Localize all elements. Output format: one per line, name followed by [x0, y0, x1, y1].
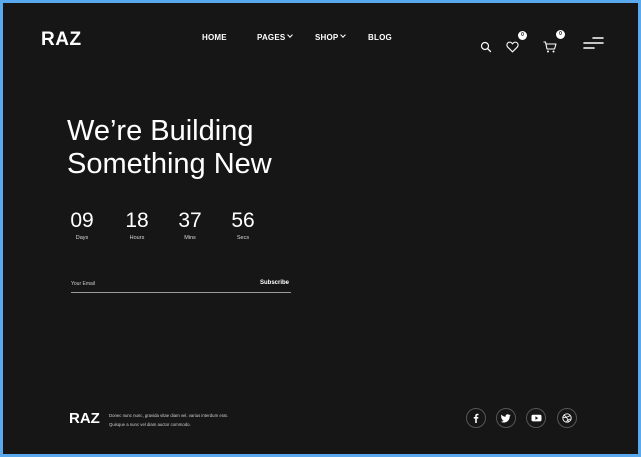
nav-shop-label: SHOP: [315, 33, 339, 42]
nav-pages-label: PAGES: [257, 33, 286, 42]
dribbble-link[interactable]: [557, 408, 577, 428]
countdown-secs-label: Secs: [236, 235, 250, 241]
footer-text-line2: Quisque a nunc vel diam auctor commodo.: [109, 422, 191, 427]
countdown-hours-value: 18: [125, 209, 149, 232]
cart-button[interactable]: [543, 40, 557, 53]
page-frame: RAZ HOME PAGES SHOP BLOG 0 0 We’re Build…: [0, 0, 641, 457]
youtube-icon: [531, 414, 541, 422]
hero-title: We’re Building Something New: [67, 115, 327, 181]
countdown-hours: 18 Hours: [119, 209, 155, 241]
countdown-mins-value: 37: [178, 209, 202, 232]
countdown-days-label: Days: [75, 235, 89, 241]
countdown-days-value: 09: [70, 209, 94, 232]
wishlist-count-badge: 0: [518, 31, 527, 40]
wishlist-button[interactable]: [506, 40, 520, 53]
footer-description: Donec nunc nunc, gravida vitae diam vel,…: [109, 411, 269, 429]
nav-blog[interactable]: BLOG: [368, 33, 392, 42]
search-icon[interactable]: [480, 40, 492, 53]
twitter-icon: [501, 414, 511, 423]
footer-text-line1: Donec nunc nunc, gravida vitae diam vel,…: [109, 413, 228, 418]
email-input[interactable]: [71, 278, 231, 290]
hero-title-line2: Something New: [67, 148, 272, 180]
subscribe-form: Subscribe: [71, 278, 291, 293]
nav-shop[interactable]: SHOP: [315, 32, 347, 42]
countdown-days: 09 Days: [64, 209, 100, 241]
countdown-secs: 56 Secs: [225, 209, 261, 241]
nav-pages[interactable]: PAGES: [257, 32, 294, 42]
chevron-down-icon: [287, 32, 294, 38]
heart-icon: [506, 41, 519, 53]
cart-icon: [543, 41, 557, 53]
nav-home[interactable]: HOME: [202, 33, 227, 42]
dribbble-icon: [562, 413, 572, 423]
youtube-link[interactable]: [526, 408, 546, 428]
chevron-down-icon: [340, 32, 347, 38]
countdown-hours-label: Hours: [129, 235, 145, 241]
menu-icon: [583, 37, 604, 49]
facebook-icon: [473, 413, 479, 423]
footer-logo[interactable]: RAZ: [69, 410, 100, 427]
menu-button[interactable]: [583, 36, 605, 50]
nav-blog-label: BLOG: [368, 33, 392, 42]
subscribe-button[interactable]: Subscribe: [260, 280, 289, 286]
twitter-link[interactable]: [496, 408, 516, 428]
countdown-secs-value: 56: [231, 209, 255, 232]
facebook-link[interactable]: [466, 408, 486, 428]
cart-count-badge: 0: [556, 30, 565, 39]
nav-home-label: HOME: [202, 33, 227, 42]
site-logo[interactable]: RAZ: [41, 29, 82, 51]
countdown-mins: 37 Mins: [172, 209, 208, 241]
countdown-mins-label: Mins: [184, 235, 196, 241]
hero-title-line1: We’re Building: [67, 115, 254, 147]
